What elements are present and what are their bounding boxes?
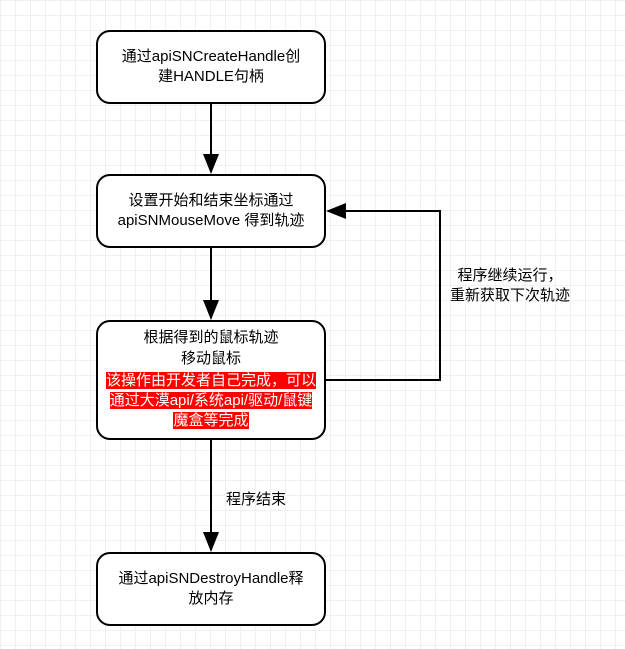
node-text: 移动鼠标 [181,349,241,369]
node-text: 根据得到的鼠标轨迹 [143,328,278,348]
node-text: 放内存 [188,589,233,609]
node-move-mouse: 根据得到的鼠标轨迹 移动鼠标 该操作由开发者自己完成，可以 通过大漠api/系统… [96,320,326,440]
node-text: 通过apiSNCreateHandle创 [122,47,300,67]
edge-label-text: 重新获取下次轨迹 [450,286,570,306]
node-text: 建HANDLE句柄 [158,67,264,87]
node-highlight: 该操作由开发者自己完成，可以 [106,372,316,389]
node-create-handle: 通过apiSNCreateHandle创 建HANDLE句柄 [96,30,326,104]
node-text: 设置开始和结束坐标通过 [128,191,293,211]
node-text: apiSNMouseMove 得到轨迹 [118,211,305,231]
node-highlight: 魔盒等完成 [173,412,248,429]
node-highlight: 通过大漠api/系统api/驱动/鼠键 [110,392,313,409]
node-destroy-handle: 通过apiSNDestroyHandle释 放内存 [96,552,326,626]
edge-label-end: 程序结束 [226,490,286,510]
edge-label-text: 程序结束 [226,491,286,508]
node-text: 通过apiSNDestroyHandle释 [118,569,303,589]
edge-label-loop: 程序继续运行， 重新获取下次轨迹 [450,266,570,307]
node-mouse-move: 设置开始和结束坐标通过 apiSNMouseMove 得到轨迹 [96,174,326,248]
edge-label-text: 程序继续运行， [450,266,570,286]
